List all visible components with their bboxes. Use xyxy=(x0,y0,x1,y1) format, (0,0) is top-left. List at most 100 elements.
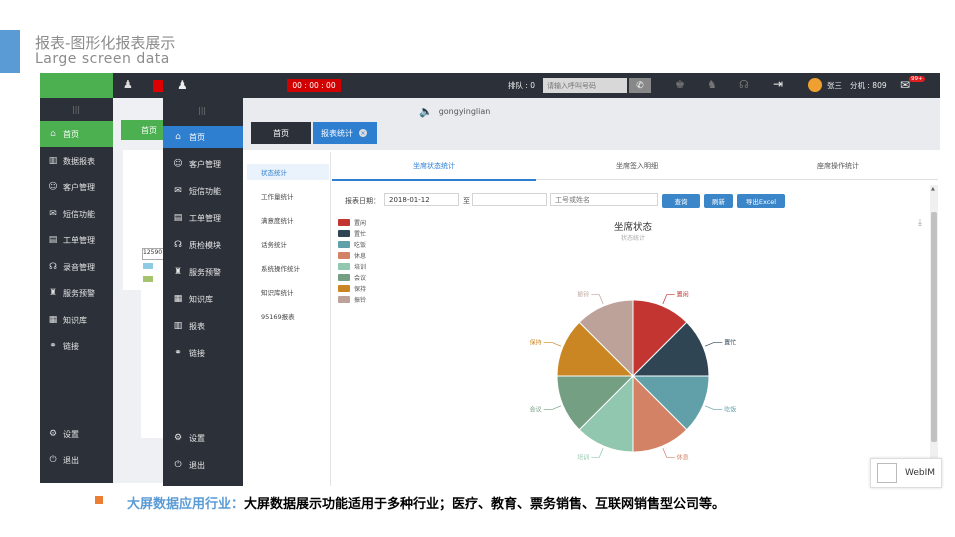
back-user-icon[interactable]: ♟ xyxy=(123,78,133,91)
legend-item[interactable]: 置忙 xyxy=(338,229,366,238)
date-to-input[interactable] xyxy=(472,193,547,206)
avatar[interactable] xyxy=(808,78,822,92)
sidebar-label: 短信功能 xyxy=(189,186,221,196)
user-icon[interactable]: ♟ xyxy=(177,78,188,92)
pie-label-line xyxy=(543,405,562,411)
sidebar-item[interactable]: ☊ 质检模块 xyxy=(163,234,243,256)
sidebar-label: 报表 xyxy=(189,321,205,331)
sidebar-item[interactable]: ⌂ 首页 xyxy=(163,126,243,148)
dial-button[interactable]: ✆ xyxy=(629,78,651,93)
back-menu-item[interactable]: ▤ 工单管理 xyxy=(40,227,113,253)
back-menu-item[interactable]: ♜ 服务预警 xyxy=(40,280,113,306)
back-menu-item[interactable]: ▥ 数据报表 xyxy=(40,148,113,174)
agent-search-input[interactable] xyxy=(550,193,658,206)
legend-item[interactable]: 吃饭 xyxy=(338,240,366,249)
sidebar-item[interactable]: ⚭ 链接 xyxy=(163,342,243,364)
call-timer: 00 : 00 : 00 xyxy=(287,79,341,92)
sidebar-item[interactable]: ▤ 工单管理 xyxy=(163,207,243,229)
dial-input[interactable] xyxy=(543,78,627,93)
back-legend-swatch-1 xyxy=(143,263,153,269)
sidebar-bottom-item[interactable]: ⚙ 设置 xyxy=(163,427,243,449)
back-menu-icon: ♜ xyxy=(48,288,58,298)
headset-icon[interactable]: ☊ xyxy=(739,78,749,91)
sidebar-icon: ☺ xyxy=(173,159,183,169)
pie-label: 休息 xyxy=(677,453,689,461)
speaker-label: 🔈 gongyinglian xyxy=(419,105,490,118)
legend-swatch xyxy=(338,263,350,270)
tab-report[interactable]: 报表统计 × xyxy=(313,122,377,144)
webim-widget[interactable]: WebIM xyxy=(870,458,942,488)
queue-count: 排队 : 0 xyxy=(508,81,536,90)
back-menu-item[interactable]: ⚭ 链接 xyxy=(40,333,113,359)
legend-item[interactable]: 休息 xyxy=(338,251,366,260)
back-bottom-item[interactable]: ⚙ 设置 xyxy=(40,421,113,447)
sidebar-item[interactable]: ▦ 知识库 xyxy=(163,288,243,310)
sidebar-item[interactable]: ✉ 短信功能 xyxy=(163,180,243,202)
pie-label-line xyxy=(704,341,723,347)
subnav-item[interactable]: 知识库统计 xyxy=(247,284,329,300)
sidebar-label: 服务预警 xyxy=(189,267,221,277)
subnav-item[interactable]: 系统操作统计 xyxy=(247,260,329,276)
sidebar-item[interactable]: ♜ 服务预警 xyxy=(163,261,243,283)
pie-label: 置忙 xyxy=(724,338,736,346)
sidebar-label: 质检模块 xyxy=(189,240,221,250)
exit-icon[interactable]: ⇥ xyxy=(773,77,783,91)
speaker-icon[interactable]: 🔈 xyxy=(419,105,433,118)
collapse-icon[interactable]: ||| xyxy=(198,106,206,115)
query-button[interactable]: 查询 xyxy=(662,194,700,208)
sidebar-label: 客户管理 xyxy=(189,159,221,169)
sidebar-bottom-item[interactable]: ⏻ 退出 xyxy=(163,454,243,476)
subnav-item[interactable]: 话务统计 xyxy=(247,236,329,252)
back-menu-item[interactable]: ☺ 客户管理 xyxy=(40,174,113,200)
close-icon[interactable]: × xyxy=(359,129,367,137)
back-menu-label: 首页 xyxy=(63,129,79,139)
scroll-up-icon[interactable]: ▲ xyxy=(931,186,935,192)
inner-tab-checkin[interactable]: 坐席签入明细 xyxy=(536,152,738,180)
back-menu-item[interactable]: ☊ 录音管理 xyxy=(40,254,113,280)
back-tab-home[interactable]: 首页 xyxy=(121,120,163,140)
speaker-name: gongyinglian xyxy=(438,107,491,116)
pie-label-line xyxy=(704,405,723,411)
subnav-item[interactable]: 95169报表 xyxy=(247,308,329,324)
back-menu-label: 链接 xyxy=(63,341,79,351)
group-icon[interactable]: ♞ xyxy=(707,78,717,91)
pie-label: 会议 xyxy=(530,406,542,414)
legend-label: 保持 xyxy=(354,286,367,293)
back-menu-item[interactable]: ✉ 短信功能 xyxy=(40,201,113,227)
agent-icon[interactable]: ♚ xyxy=(675,78,685,91)
tab-home[interactable]: 首页 xyxy=(251,122,311,144)
back-menu-label: 录音管理 xyxy=(63,262,95,272)
back-main: 首页 12590 xyxy=(113,98,166,483)
back-bottom-item[interactable]: ⏻ 退出 xyxy=(40,447,113,473)
subnav-item[interactable]: 状态统计 xyxy=(247,164,329,180)
download-icon[interactable]: ⤓ xyxy=(918,218,922,228)
back-menu-icon: ☊ xyxy=(49,262,57,272)
legend-swatch xyxy=(338,219,350,226)
export-excel-button[interactable]: 导出Excel xyxy=(737,194,785,208)
inner-tab-operations[interactable]: 座席操作统计 xyxy=(738,152,938,180)
refresh-button[interactable]: 刷新 xyxy=(704,194,733,208)
back-bottom-icon: ⏻ xyxy=(49,455,57,465)
sidebar-item[interactable]: ☺ 客户管理 xyxy=(163,153,243,175)
date-from-input[interactable]: 2018-01-12 xyxy=(384,193,459,206)
scrollbar-thumb[interactable] xyxy=(931,212,937,442)
back-menu-item[interactable]: ▦ 知识库 xyxy=(40,307,113,333)
sidebar-item[interactable]: ▥ 报表 xyxy=(163,315,243,337)
subnav-item[interactable]: 工作量统计 xyxy=(247,188,329,204)
legend-item[interactable]: 会议 xyxy=(338,273,366,282)
legend-swatch xyxy=(338,296,350,303)
subnav-item[interactable]: 满意度统计 xyxy=(247,212,329,228)
extension: 分机 : 809 xyxy=(850,81,887,90)
back-collapse-icon[interactable]: ||| xyxy=(72,105,80,114)
legend-item[interactable]: 培训 xyxy=(338,262,366,271)
pie-label: 保持 xyxy=(530,338,542,346)
legend-item[interactable]: 振铃 xyxy=(338,295,366,304)
caption-text: 大屏数据展示功能适用于多种行业；医疗、教育、票务销售、互联网销售型公司等。 xyxy=(244,497,726,512)
legend-item[interactable]: 保持 xyxy=(338,284,366,293)
bottom-caption: 大屏数据应用行业：大屏数据展示功能适用于多种行业；医疗、教育、票务销售、互联网销… xyxy=(127,493,725,512)
back-menu-item[interactable]: ⌂ 首页 xyxy=(40,121,113,147)
back-menu-icon: ▤ xyxy=(48,235,58,245)
date-to-label: 至 xyxy=(463,197,470,205)
inner-tab-status[interactable]: 坐席状态统计 xyxy=(332,152,536,181)
legend-item[interactable]: 置闲 xyxy=(338,218,366,227)
